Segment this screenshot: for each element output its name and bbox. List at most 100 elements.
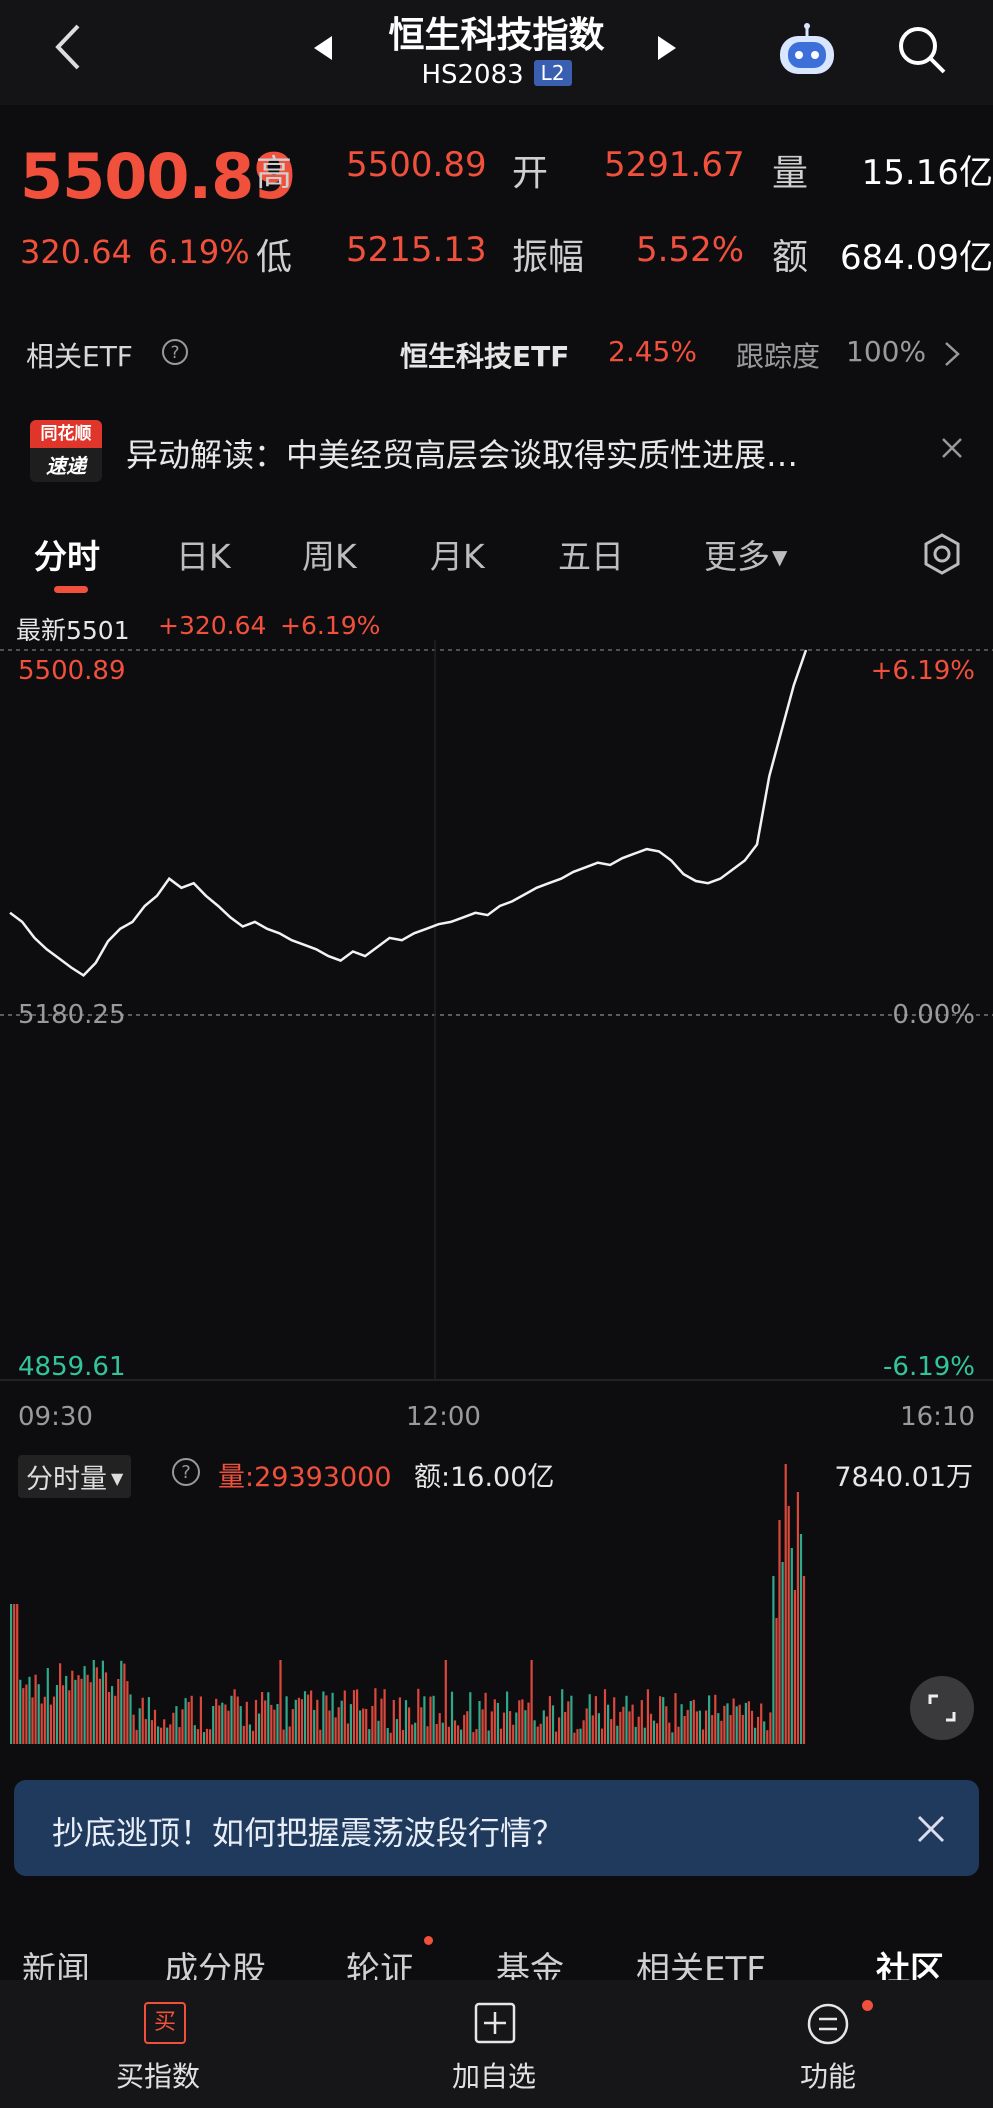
volume-bar xyxy=(717,1713,720,1744)
volume-bar xyxy=(613,1697,616,1744)
volume-bar xyxy=(781,1562,784,1744)
volume-bar xyxy=(506,1691,509,1744)
related-etf-label: 相关ETF xyxy=(26,340,133,373)
volume-bar xyxy=(408,1707,411,1744)
volume-bar xyxy=(215,1698,218,1744)
tab-intraday[interactable]: 分时 xyxy=(34,530,100,578)
function-menu-icon[interactable] xyxy=(806,2002,850,2050)
tab-active-indicator xyxy=(54,586,88,593)
volume-bar xyxy=(126,1681,129,1744)
volume-bar xyxy=(123,1663,126,1744)
close-icon[interactable] xyxy=(940,436,964,464)
volume-bar xyxy=(71,1670,74,1744)
volume-bar xyxy=(652,1720,656,1744)
buy-index-icon[interactable]: 买 xyxy=(144,2002,186,2044)
next-arrow-icon[interactable] xyxy=(656,34,678,66)
volume-bar xyxy=(530,1660,533,1744)
volume-bar xyxy=(147,1697,150,1744)
add-watchlist-button[interactable]: 加自选 xyxy=(452,2055,536,2095)
volume-bar xyxy=(166,1727,169,1744)
volume-bar xyxy=(481,1709,484,1744)
volume-bar xyxy=(300,1699,303,1744)
news-logo: 同花顺 速递 xyxy=(30,420,102,482)
volume-bar xyxy=(157,1726,160,1744)
index-code-text: HS2083 xyxy=(421,60,524,90)
volume-bar xyxy=(683,1716,686,1744)
tab-weekly-k[interactable]: 周K xyxy=(302,530,357,578)
volume-bar xyxy=(711,1715,714,1744)
volume-bar xyxy=(502,1712,506,1744)
volume-bar xyxy=(386,1728,389,1744)
volume-bar xyxy=(600,1728,604,1744)
open-label: 开 xyxy=(512,153,549,194)
volume-bar xyxy=(37,1684,40,1744)
close-icon[interactable] xyxy=(916,1814,946,1848)
volume-bar xyxy=(472,1732,475,1744)
buy-index-button[interactable]: 买指数 xyxy=(116,2055,200,2095)
volume-bar xyxy=(346,1723,349,1744)
news-headline[interactable]: 异动解读：中美经贸高层会谈取得实质性进展… xyxy=(126,430,798,476)
volume-bar xyxy=(628,1711,631,1744)
volume-bar xyxy=(325,1695,328,1744)
tracking-label: 跟踪度 xyxy=(736,340,821,373)
level-badge: L2 xyxy=(533,60,572,86)
volume-bar xyxy=(267,1692,270,1744)
volume-bar xyxy=(729,1715,732,1744)
volume-bar xyxy=(22,1688,25,1744)
function-button[interactable]: 功能 xyxy=(800,2055,856,2095)
y-tick-right-mid: 0.00% xyxy=(892,1000,975,1030)
volume-bar xyxy=(365,1708,368,1744)
volume-bar xyxy=(799,1534,803,1744)
volume-bar xyxy=(625,1695,628,1744)
volume-bar xyxy=(92,1660,95,1744)
volume-bar xyxy=(297,1697,300,1744)
volume-bar xyxy=(555,1731,558,1744)
volume-bar xyxy=(551,1705,555,1744)
volume-bar xyxy=(25,1684,28,1744)
promo-banner[interactable]: 抄底逃顶！如何把握震荡波段行情？ xyxy=(14,1780,979,1876)
robot-assistant-icon[interactable] xyxy=(776,22,838,82)
volume-bar xyxy=(646,1689,649,1744)
volume-bar xyxy=(594,1696,597,1744)
volume-bar xyxy=(337,1707,340,1744)
volume-bar xyxy=(582,1720,585,1744)
chart-settings-icon[interactable] xyxy=(920,532,964,580)
volume-bar xyxy=(239,1706,242,1744)
volume-bar xyxy=(303,1691,307,1744)
volume-bar xyxy=(671,1732,674,1744)
volume-bar xyxy=(423,1696,426,1744)
volume-bar xyxy=(441,1722,444,1744)
top-bar: 恒生科技指数 HS2083 L2 xyxy=(0,0,993,105)
volume-bar xyxy=(135,1729,138,1744)
volume-bar xyxy=(175,1706,178,1744)
tab-monthly-k[interactable]: 月K xyxy=(430,530,485,578)
search-icon[interactable] xyxy=(896,24,948,80)
volume-bar xyxy=(527,1702,530,1744)
volume-bar xyxy=(463,1714,466,1744)
fullscreen-icon[interactable] xyxy=(910,1676,974,1740)
volume-bar xyxy=(772,1576,775,1744)
volume-bar xyxy=(261,1692,264,1744)
volume-bar xyxy=(193,1725,196,1744)
volume-bar xyxy=(662,1697,665,1744)
volume-bar xyxy=(80,1678,83,1744)
related-etf-row[interactable]: 相关ETF ? 恒生科技ETF 2.45% 跟踪度 100% xyxy=(0,335,993,385)
volume-bar xyxy=(640,1700,643,1744)
volume-bar xyxy=(117,1679,120,1744)
volume-bar xyxy=(478,1701,481,1744)
volume-bar xyxy=(285,1696,288,1744)
tab-five-day[interactable]: 五日 xyxy=(558,530,624,578)
tab-more[interactable]: 更多 ▼ xyxy=(704,530,787,578)
volume-bar xyxy=(637,1716,640,1744)
volume-bar xyxy=(343,1690,346,1744)
volume-bar xyxy=(714,1694,717,1744)
volume-bar xyxy=(692,1699,695,1744)
volume-bar xyxy=(236,1696,239,1744)
volume-bar xyxy=(444,1660,447,1744)
add-watchlist-icon[interactable] xyxy=(474,2002,516,2048)
help-icon[interactable]: ? xyxy=(160,337,190,374)
tab-daily-k[interactable]: 日K xyxy=(176,530,231,578)
intraday-price-chart[interactable] xyxy=(0,640,993,1410)
volume-bar xyxy=(457,1725,460,1744)
volume-bar xyxy=(34,1674,37,1744)
